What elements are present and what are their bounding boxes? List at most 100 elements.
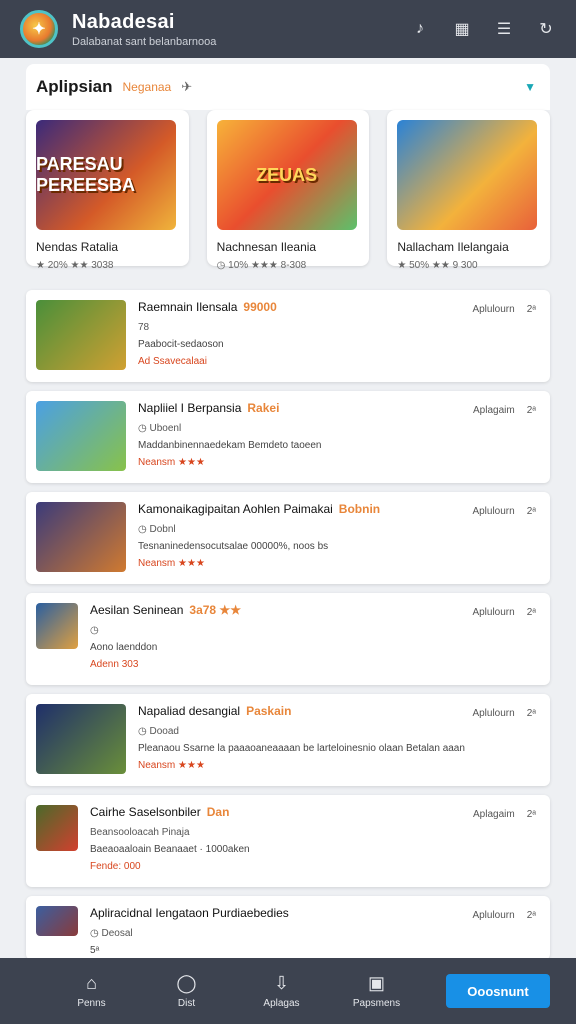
nav-label: Penns — [77, 998, 106, 1009]
nav-home[interactable]: ⌂ Penns — [44, 973, 139, 1009]
chat-icon: ◯ — [176, 973, 197, 993]
item-desc: Tesnaninedensocutsalae 00000%, noos bs — [138, 541, 329, 552]
item-name: Raemnain Ilensala — [138, 300, 238, 314]
item-sub: Beansooloacah Pinaja — [90, 827, 190, 838]
item-right-label: Aplulourn — [472, 607, 515, 618]
item-desc: Maddanbinennaedekam Bemdeto taoeen — [138, 440, 322, 451]
app-thumbnail — [36, 401, 126, 471]
item-right-label: Aplulourn — [472, 708, 515, 719]
item-desc: Paabocit-sedaoson — [138, 339, 224, 350]
item-sub: 78 — [138, 322, 150, 333]
item-right-meta: 2ᵃ — [526, 708, 536, 719]
item-right: Aplulourn 2ᵃ — [472, 506, 536, 517]
featured-card-image: ZEUAS — [216, 120, 357, 230]
item-right-label: Aplulourn — [472, 910, 515, 921]
nav-download[interactable]: ⇩ Aplagas — [234, 973, 329, 1009]
item-sub: ◷ Dobnl — [138, 524, 176, 535]
featured-card-image: PARESAU PEREESBA — [36, 120, 176, 230]
featured-tag: Neganaa — [122, 80, 172, 94]
list-item[interactable]: Aesilan Seninean 3a78 ★★ ◷ Aono laenddon… — [26, 593, 550, 685]
featured-card-name: Nendas Ratalia — [36, 240, 119, 254]
featured-card-meta: ★ 50% ★★ 9 300 — [397, 260, 478, 271]
item-rating: Neansm ★★★ — [138, 760, 205, 771]
app-title: Nabadesai — [72, 10, 175, 33]
item-right: Aplulourn 2ᵃ — [472, 910, 536, 921]
featured-header: Aplipsian Neganaa ✈ ▼ — [26, 64, 550, 110]
item-desc: Pleanaou Ssarne la paaaoaneaaaan be lart… — [138, 743, 465, 754]
item-rating: Neansm ★★★ — [138, 457, 205, 468]
list-item[interactable]: Napaliad desangial Paskain ◷ Dooad Plean… — [26, 694, 550, 786]
item-right: Aplagaim 2ᵃ — [473, 809, 536, 820]
top-actions: ♪ ▦ ☰ ↻ — [410, 19, 556, 39]
item-tag: Rakei — [247, 401, 280, 415]
item-sub: ◷ Deosal — [90, 928, 133, 939]
item-right-meta: 2ᵃ — [526, 607, 536, 618]
list-item[interactable]: Raemnain Ilensala 99000 78 Paabocit-seda… — [26, 290, 550, 382]
list-icon[interactable]: ☰ — [494, 19, 514, 39]
app-thumbnail — [36, 906, 78, 936]
item-name: Apliracidnal Iengataon Purdiaebedies — [90, 906, 289, 920]
item-name: Aesilan Seninean — [90, 603, 184, 617]
item-tag: Dan — [206, 805, 230, 819]
item-right: Aplulourn 2ᵃ — [472, 607, 536, 618]
item-tag: 3a78 ★★ — [189, 603, 241, 617]
app-thumbnail — [36, 502, 126, 572]
item-desc: Aono laenddon — [90, 642, 158, 653]
app-thumbnail — [36, 805, 78, 851]
nav-label: Aplagas — [263, 998, 300, 1009]
item-sub: ◷ — [90, 625, 99, 636]
list-item[interactable]: Apliracidnal Iengataon Purdiaebedies ◷ D… — [26, 896, 550, 960]
item-sub: ◷ Uboenl — [138, 423, 182, 434]
nav-chat[interactable]: ◯ Dist — [139, 973, 234, 1009]
image-icon: ▣ — [367, 973, 385, 993]
featured-title: Aplipsian — [36, 77, 113, 96]
featured-card-meta: ★ 20% ★★ 3038 — [36, 260, 114, 271]
refresh-icon[interactable]: ↻ — [536, 19, 556, 39]
item-right-label: Aplagaim — [473, 405, 515, 416]
top-app-bar: ✦ Nabadesai Dalabanat sant belanbarnooa … — [0, 0, 576, 58]
nav-label: Papsmens — [352, 998, 401, 1009]
app-thumbnail — [36, 300, 126, 370]
item-right-label: Aplagaim — [473, 809, 515, 820]
nav-images[interactable]: ▣ Papsmens — [329, 973, 424, 1009]
item-desc: 5ᵃ — [90, 945, 100, 956]
bookmark-icon[interactable]: ▦ — [452, 19, 472, 39]
app-list: Raemnain Ilensala 99000 78 Paabocit-seda… — [26, 290, 550, 969]
pin-icon: ✈ — [181, 79, 193, 94]
item-sub: ◷ Dooad — [138, 726, 179, 737]
home-icon: ⌂ — [86, 973, 97, 993]
item-right-label: Aplulourn — [472, 304, 515, 315]
item-tag: Bobnin — [338, 502, 381, 516]
chevron-down-icon[interactable]: ▼ — [524, 80, 536, 94]
app-logo: ✦ — [20, 10, 58, 48]
featured-card[interactable]: ZEUAS Nachnesan Ileania ◷ 10% ★★★ 8-308 — [206, 110, 370, 271]
item-right: Aplagaim 2ᵃ — [473, 405, 536, 416]
item-tag: Paskain — [246, 704, 292, 718]
item-desc: Baeaoaaloain Beanaaet · 1000aken — [90, 844, 250, 855]
featured-card-name: Nachnesan Ileania — [216, 240, 317, 254]
list-item[interactable]: Cairhe Saselsonbiler Dan Beansooloacah P… — [26, 795, 550, 887]
primary-action-button[interactable]: Ooosnunt — [446, 974, 550, 1008]
item-right: Aplulourn 2ᵃ — [472, 304, 536, 315]
item-tag: 99000 — [243, 300, 277, 314]
item-name: Cairhe Saselsonbiler — [90, 805, 201, 819]
item-rating: Neansm ★★★ — [138, 558, 205, 569]
app-title-group: Nabadesai Dalabanat sant belanbarnooa — [72, 11, 216, 48]
item-right-meta: 2ᵃ — [526, 304, 536, 315]
featured-card-image — [397, 120, 538, 230]
featured-card[interactable]: Nallacham Ilelangaia ★ 50% ★★ 9 300 — [387, 110, 551, 271]
item-name: Kamonaikagipaitan Aohlen Paimakai — [138, 502, 333, 516]
item-right-meta: 2ᵃ — [526, 506, 536, 517]
list-item[interactable]: Napliiel I Berpansia Rakei ◷ Uboenl Madd… — [26, 391, 550, 483]
bell-icon[interactable]: ♪ — [410, 19, 430, 39]
app-subtitle: Dalabanat sant belanbarnooa — [72, 35, 217, 48]
item-right-meta: 2ᵃ — [526, 910, 536, 921]
app-thumbnail — [36, 603, 78, 649]
nav-label: Dist — [177, 998, 196, 1009]
item-rating: Adenn 303 — [90, 659, 139, 670]
app-thumbnail — [36, 704, 126, 774]
item-rating: Fende: 000 — [90, 861, 141, 872]
item-right-meta: 2ᵃ — [526, 809, 536, 820]
list-item[interactable]: Kamonaikagipaitan Aohlen Paimakai Bobnin… — [26, 492, 550, 584]
featured-card[interactable]: PARESAU PEREESBA Nendas Ratalia ★ 20% ★★… — [26, 110, 189, 271]
